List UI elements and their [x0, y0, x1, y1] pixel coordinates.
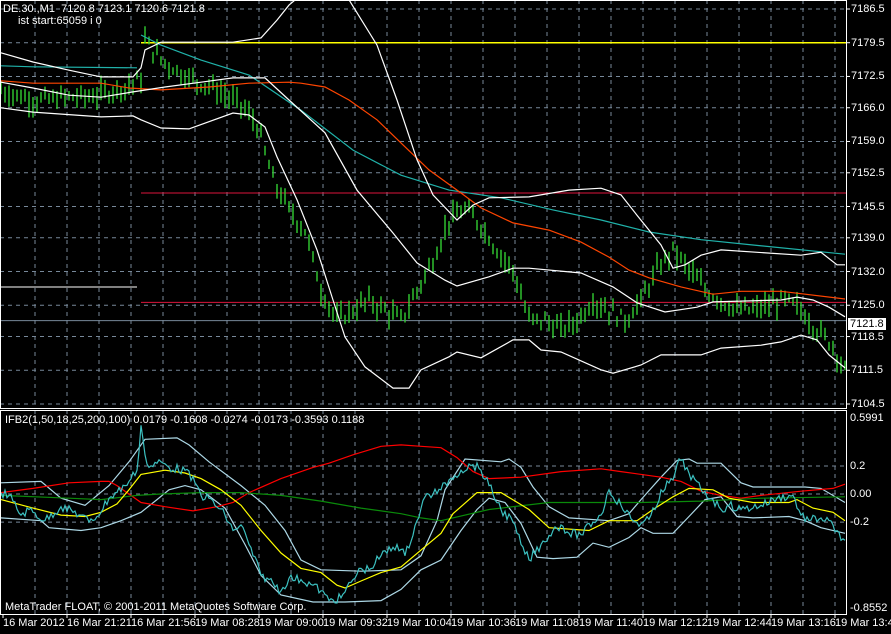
time-axis-label: 16 Mar 21:21 — [67, 617, 132, 629]
series-osc-yellow — [0, 469, 846, 589]
time-axis-label: 19 Mar 09:32 — [323, 617, 388, 629]
time-axis-label: 19 Mar 11:40 — [579, 617, 644, 629]
series-band-lower — [0, 107, 846, 389]
symbol-ohlc-label: DE.30.,M1 7120.8 7123.1 7120.6 7121.8 — [3, 3, 205, 15]
time-axis-label: 19 Mar 08:28 — [195, 617, 260, 629]
indicator-axis-label: -0.2 — [850, 516, 869, 529]
copyright-footer: MetaTrader FLOAT, © 2001-2011 MetaQuotes… — [5, 601, 307, 613]
indicator-axis-label: 0.2 — [850, 459, 866, 472]
time-axis-label: 19 Mar 11:08 — [515, 617, 580, 629]
series-osc-main — [0, 425, 846, 604]
price-axis-label: 7118.5 — [851, 330, 884, 343]
series-osc-lower — [0, 484, 846, 603]
price-axis-label: 7104.5 — [851, 398, 885, 410]
indicator-info-label: ist start:65059 i 0 — [18, 15, 102, 27]
price-axis-label: 7166.0 — [851, 101, 885, 114]
indicator-axis-label: 0.5991 — [850, 412, 884, 424]
price-axis-label: 7111.5 — [851, 364, 884, 377]
series-band-upper — [0, 0, 845, 269]
time-axis-label: 19 Mar 12:44 — [707, 617, 772, 629]
price-axis-label: 7139.0 — [851, 231, 885, 244]
chart-canvas[interactable] — [0, 0, 891, 634]
main-window-frame — [0, 0, 847, 409]
series-ma-slow-prev — [0, 65, 138, 69]
time-axis-label: 19 Mar 09:00 — [259, 617, 324, 629]
indicator-axis-label: 0.00 — [850, 488, 872, 501]
time-axis-label: 19 Mar 12:12 — [643, 617, 708, 629]
price-axis-label: 7145.5 — [851, 200, 885, 213]
price-axis-label: 7179.5 — [851, 36, 885, 49]
price-axis-label: 7186.5 — [851, 3, 885, 15]
price-axis-label: 7152.5 — [851, 166, 885, 179]
indicator-window-frame — [0, 410, 847, 615]
time-axis-label: 19 Mar 13:48 — [835, 617, 891, 629]
price-axis-label: 7172.5 — [851, 70, 885, 83]
current-price-tag: 7121.8 — [848, 318, 886, 330]
price-axis-label: 7132.0 — [851, 265, 885, 278]
time-axis-label: 16 Mar 2012 — [3, 617, 65, 629]
indicator-axis-label: -0.8552 — [850, 602, 888, 614]
price-axis-label: 7125.0 — [851, 299, 885, 312]
series-band-middle — [0, 77, 846, 318]
time-axis-label: 16 Mar 21:56 — [131, 617, 196, 629]
price-axis-label: 7159.0 — [851, 135, 885, 148]
time-axis-label: 19 Mar 10:04 — [387, 617, 452, 629]
time-axis-label: 19 Mar 13:16 — [771, 617, 836, 629]
time-axis-label: 19 Mar 10:36 — [451, 617, 516, 629]
indicator-header-label: IFB2(1,50,18,25,200,100) 0.0179 -0.1608 … — [5, 414, 365, 426]
